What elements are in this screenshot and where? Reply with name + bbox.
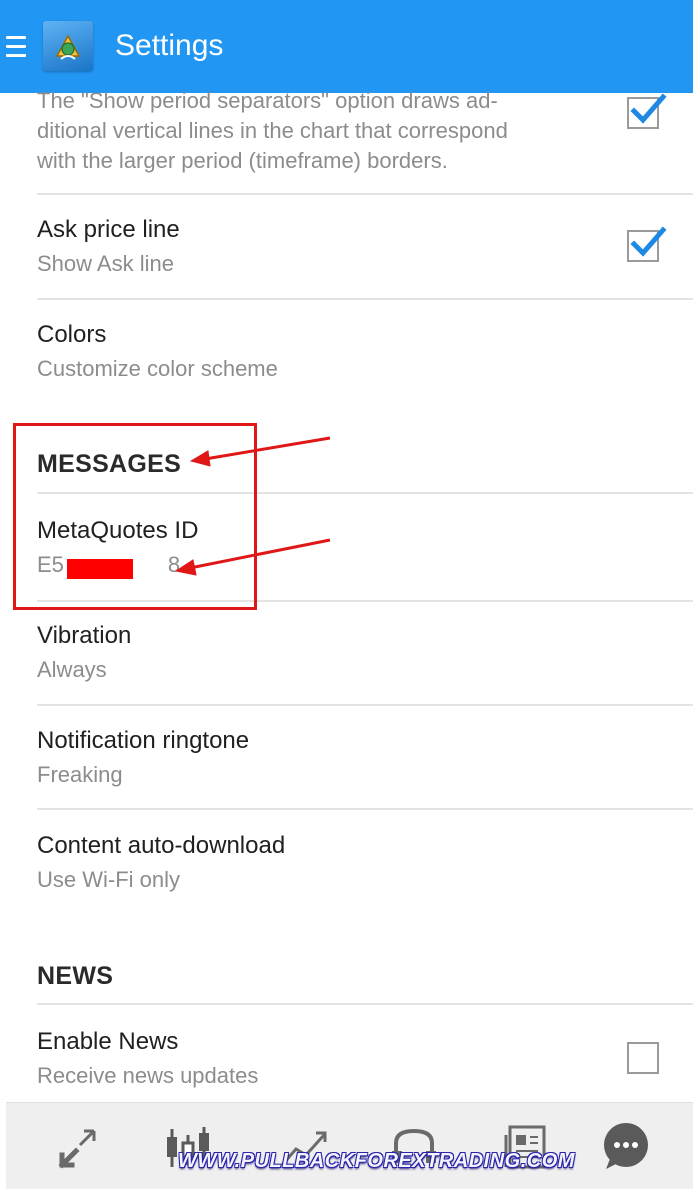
ask-price-line-subtitle: Show Ask line <box>37 251 174 276</box>
notification-ringtone-subtitle: Freaking <box>37 762 123 787</box>
content-auto-download-subtitle: Use Wi-Fi only <box>37 867 181 892</box>
period-separators-description[interactable]: The "Show period separators" option draw… <box>37 86 693 176</box>
colors-subtitle: Customize color scheme <box>37 356 278 381</box>
divider <box>37 298 693 300</box>
metatrader-logo-icon[interactable] <box>43 21 93 71</box>
vibration-title: Vibration <box>37 622 132 649</box>
colors-setting[interactable]: Colors Customize color scheme <box>37 320 693 384</box>
app-bar: Settings <box>0 0 693 93</box>
divider <box>37 1003 693 1005</box>
page-title: Settings <box>115 29 224 62</box>
content-auto-download-title: Content auto-download <box>37 832 286 859</box>
notification-ringtone-title: Notification ringtone <box>37 727 250 754</box>
colors-title: Colors <box>37 321 107 348</box>
enable-news-subtitle: Receive news updates <box>37 1063 259 1088</box>
vibration-subtitle: Always <box>37 657 107 682</box>
notification-ringtone-setting[interactable]: Notification ringtone Freaking <box>37 726 693 790</box>
ask-price-line-title: Ask price line <box>37 216 180 243</box>
divider <box>37 808 693 810</box>
vibration-setting[interactable]: Vibration Always <box>37 621 693 685</box>
section-header-news: NEWS <box>37 962 114 990</box>
enable-news-title: Enable News <box>37 1028 179 1055</box>
ask-price-line-checkbox[interactable] <box>627 226 667 262</box>
watermark-text: WWW.PULLBACKFOREXTRADING.COM <box>178 1150 575 1172</box>
bottom-navigation-bar <box>6 1102 693 1189</box>
chat-icon[interactable] <box>600 1121 652 1173</box>
period-separators-desc-line3: with the larger period (timeframe) borde… <box>37 148 448 173</box>
content-auto-download-setting[interactable]: Content auto-download Use Wi-Fi only <box>37 831 693 895</box>
period-separators-checkbox[interactable] <box>627 93 667 129</box>
quotes-arrows-icon[interactable] <box>52 1121 104 1173</box>
divider <box>37 704 693 706</box>
hamburger-menu-icon[interactable] <box>6 36 26 58</box>
divider <box>37 193 693 195</box>
period-separators-desc-line2: ditional vertical lines in the chart tha… <box>37 118 508 143</box>
checkmark-icon <box>630 226 667 257</box>
checkmark-icon <box>630 93 667 124</box>
period-separators-desc-line1: The "Show period separators" option draw… <box>37 88 498 113</box>
ask-price-line-setting[interactable]: Ask price line Show Ask line <box>37 215 693 279</box>
enable-news-setting[interactable]: Enable News Receive news updates <box>37 1027 693 1091</box>
annotation-highlight-box <box>13 423 257 610</box>
enable-news-checkbox[interactable] <box>627 1042 659 1074</box>
